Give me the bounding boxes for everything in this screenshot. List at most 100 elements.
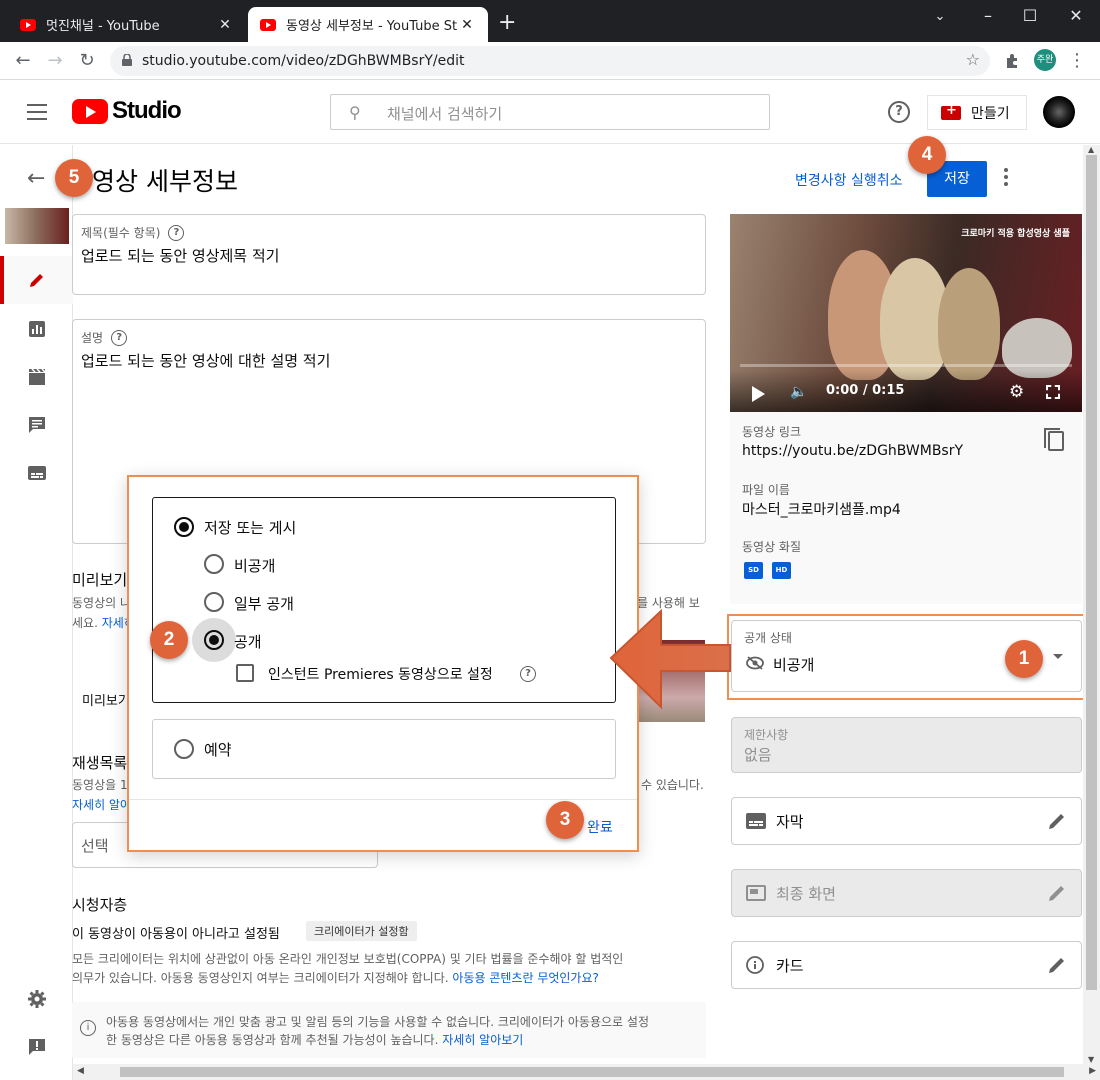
video-thumbnail-small[interactable]: [5, 208, 69, 244]
video-progress-bar[interactable]: [740, 364, 1072, 367]
cards-row[interactable]: 카드: [731, 941, 1082, 989]
help-icon[interactable]: ?: [520, 666, 536, 682]
rail-item-subtitles[interactable]: [0, 449, 73, 497]
audience-desc-line2: 의무가 있습니다. 아동용 동영상인지 여부는 크리에이터가 지정해야 합니다.…: [72, 969, 599, 986]
playlist-desc-left: 동영상을 1: [72, 778, 128, 792]
chrome-menu-icon[interactable]: ⋮: [1064, 48, 1090, 74]
rail-item-feedback[interactable]: [0, 1023, 73, 1071]
scrollbar-thumb[interactable]: [1086, 155, 1097, 990]
horizontal-scrollbar[interactable]: ◀ ▶: [73, 1064, 1100, 1080]
schedule-radio[interactable]: [174, 739, 194, 759]
create-button[interactable]: 만들기: [927, 95, 1027, 130]
close-window-icon[interactable]: ✕: [1064, 6, 1088, 25]
description-label-text: 설명: [81, 331, 104, 345]
annotation-arrow: [609, 608, 731, 710]
fullscreen-icon[interactable]: [1046, 385, 1060, 399]
url-text: studio.youtube.com/video/zDGhBWMBsrY/edi…: [142, 53, 465, 69]
learn-more-link[interactable]: 자세히 알아보기: [442, 1033, 523, 1047]
menu-divider: [129, 799, 637, 800]
schedule-option[interactable]: 예약: [152, 719, 616, 779]
title-value: 업로드 되는 동안 영상제목 적기: [81, 247, 280, 265]
tab-video-details[interactable]: 동영상 세부정보 - YouTube Studio ✕: [248, 7, 488, 42]
restrictions-field: 제한사항 없음: [731, 717, 1082, 773]
private-radio[interactable]: [204, 554, 224, 574]
help-icon[interactable]: ?: [168, 224, 185, 241]
clapperboard-icon: [29, 368, 46, 385]
title-field[interactable]: 제목(필수 항목) ? 업로드 되는 동안 영상제목 적기: [72, 214, 706, 295]
back-icon[interactable]: ←: [10, 48, 36, 74]
instant-premieres-checkbox[interactable]: [236, 664, 254, 682]
extensions-icon[interactable]: [1004, 53, 1020, 69]
private-label: 비공개: [234, 557, 276, 575]
scroll-down-icon[interactable]: ▼: [1088, 1055, 1094, 1064]
audience-heading: 시청자층: [72, 896, 128, 914]
playlist-learn-link[interactable]: 자세히 알아: [72, 796, 131, 813]
volume-icon[interactable]: 🔈: [790, 384, 808, 402]
video-quality-label: 동영상 화질: [742, 540, 802, 554]
forward-icon[interactable]: →: [42, 48, 68, 74]
account-avatar[interactable]: [1043, 96, 1075, 128]
rail-item-analytics[interactable]: [0, 305, 73, 353]
subtitles-icon: [28, 466, 46, 480]
rail-item-details[interactable]: [0, 256, 73, 304]
scroll-up-icon[interactable]: ▲: [1088, 145, 1094, 154]
edit-pencil-icon[interactable]: [1046, 882, 1068, 904]
channel-search-input[interactable]: ⚲ 채널에서 검색하기: [330, 94, 770, 130]
bookmark-star-icon[interactable]: ☆: [966, 50, 980, 69]
pencil-icon: [30, 274, 43, 287]
address-bar[interactable]: studio.youtube.com/video/zDGhBWMBsrY/edi…: [110, 46, 990, 76]
help-icon[interactable]: ?: [888, 101, 910, 123]
rail-item-settings[interactable]: [0, 975, 73, 1023]
subtitles-row[interactable]: 자막: [731, 797, 1082, 845]
more-options-icon[interactable]: [1001, 168, 1011, 190]
thumbnail-heading: 미리보기: [72, 571, 128, 589]
save-publish-label: 저장 또는 게시: [204, 519, 297, 537]
info-icon: [746, 956, 764, 974]
public-radio[interactable]: [204, 630, 224, 650]
end-screen-row[interactable]: 최종 화면: [731, 869, 1082, 917]
done-button[interactable]: 완료: [587, 817, 613, 837]
menu-icon[interactable]: [27, 104, 47, 120]
audience-chip: 크리에이터가 설정함: [306, 921, 417, 941]
video-player[interactable]: 크로마키 적용 합성영상 샘플 🔈 0:00 / 0:15 ⚙: [730, 214, 1082, 412]
help-icon[interactable]: ?: [111, 329, 128, 346]
visibility-value: 비공개: [773, 656, 815, 674]
comments-icon: [29, 417, 45, 433]
unlisted-radio[interactable]: [204, 592, 224, 612]
play-icon[interactable]: [752, 386, 765, 402]
settings-gear-icon[interactable]: ⚙: [1009, 382, 1024, 402]
vertical-scrollbar[interactable]: ▲ ▼: [1083, 145, 1100, 1064]
new-tab-icon[interactable]: +: [498, 12, 516, 34]
profile-avatar[interactable]: 주완: [1034, 49, 1056, 71]
minimize-icon[interactable]: –: [976, 6, 1000, 25]
restrictions-label: 제한사항: [744, 728, 789, 742]
scroll-right-icon[interactable]: ▶: [1089, 1066, 1096, 1076]
hd-badge: HD: [772, 562, 791, 579]
edit-pencil-icon[interactable]: [1046, 810, 1068, 832]
video-link[interactable]: https://youtu.be/zDGhBWMBsrY: [742, 443, 963, 459]
subtitles-icon: [746, 813, 766, 829]
kids-content-link[interactable]: 아동용 콘텐츠란 무엇인가요?: [452, 971, 598, 985]
save-or-publish-option[interactable]: 저장 또는 게시 비공개 일부 공개 공개 인스턴트 Premieres 동영상…: [152, 497, 616, 703]
scroll-left-icon[interactable]: ◀: [77, 1066, 84, 1076]
left-navigation-rail: [0, 145, 73, 1080]
edit-pencil-icon[interactable]: [1046, 954, 1068, 976]
maximize-icon[interactable]: ☐: [1018, 6, 1042, 25]
public-label: 공개: [234, 633, 262, 651]
copy-icon[interactable]: [1044, 428, 1064, 451]
rail-item-comments[interactable]: [0, 401, 73, 449]
back-arrow-icon[interactable]: ←: [27, 166, 45, 191]
tab-search-icon[interactable]: ⌄: [928, 9, 952, 24]
close-tab-icon[interactable]: ✕: [216, 17, 234, 33]
undo-changes-link[interactable]: 변경사항 실행취소: [795, 170, 903, 190]
scrollbar-thumb[interactable]: [120, 1067, 1064, 1077]
reload-icon[interactable]: ↻: [74, 48, 100, 74]
search-placeholder: 채널에서 검색하기: [387, 105, 503, 123]
kids-info-text: 한 동영상은 다른 아동용 동영상과 함께 추천될 가능성이 높습니다.: [106, 1033, 439, 1047]
close-tab-icon[interactable]: ✕: [458, 17, 476, 33]
tab-my-channel[interactable]: 멋진채널 - YouTube ✕: [8, 7, 246, 42]
save-publish-radio[interactable]: [174, 517, 194, 537]
studio-logo[interactable]: Studio: [72, 97, 182, 125]
search-icon: ⚲: [349, 103, 361, 122]
rail-item-editor[interactable]: [0, 353, 73, 401]
